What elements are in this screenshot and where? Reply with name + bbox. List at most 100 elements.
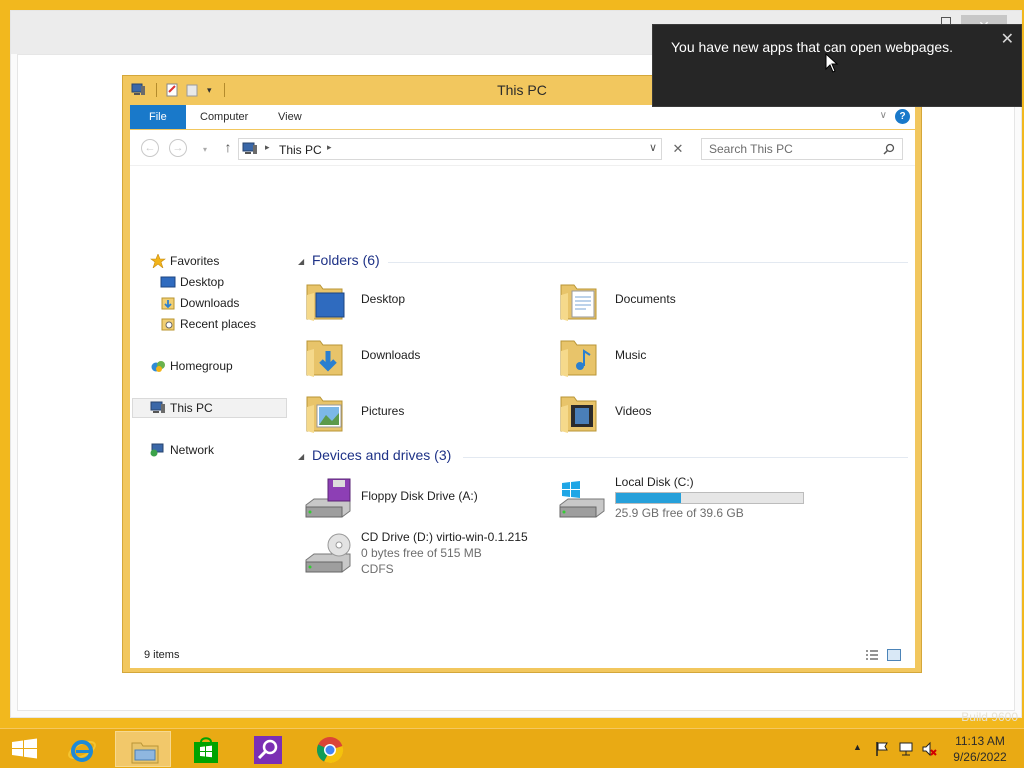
help-icon[interactable]: ? (895, 109, 910, 124)
local-disk-icon (559, 481, 605, 518)
desktop-folder-icon (306, 284, 345, 321)
navigation-pane: Favorites Desktop Downloads Recent place… (130, 166, 290, 642)
search-input[interactable] (702, 139, 877, 159)
drive-free-space: 25.9 GB free of 39.6 GB (615, 506, 744, 520)
start-windows-icon[interactable] (0, 729, 50, 768)
action-center-flag-icon[interactable] (874, 741, 890, 757)
main-pane: ◢ Folders (6) Desktop Documents Download… (298, 166, 915, 642)
folder-documents[interactable]: Documents (552, 276, 792, 326)
tab-view[interactable]: View (265, 105, 315, 129)
notification-message: You have new apps that can open webpages… (671, 39, 954, 55)
volume-muted-icon[interactable] (921, 741, 937, 757)
drive-filesystem: CDFS (361, 562, 394, 576)
search-icon[interactable] (883, 143, 895, 155)
content-area: Favorites Desktop Downloads Recent place… (130, 166, 915, 642)
folder-downloads[interactable]: Downloads (298, 332, 538, 382)
build-watermark: Build 9600 (961, 710, 1018, 724)
downloads-icon (161, 297, 175, 310)
folders-group-title: Folders (6) (312, 252, 380, 268)
taskbar-search[interactable] (239, 731, 295, 767)
collapse-triangle-icon[interactable]: ◢ (298, 257, 304, 266)
tab-file[interactable]: File (130, 105, 186, 129)
store-icon (194, 737, 218, 763)
videos-folder-icon (560, 396, 597, 433)
notification-close-icon[interactable]: ✕ (1001, 29, 1014, 49)
item-count: 9 items (144, 649, 180, 661)
network-icon (150, 443, 164, 457)
star-icon (150, 254, 166, 268)
address-bar[interactable]: ▸ This PC ▸ ∨ (238, 138, 662, 160)
music-folder-icon (560, 340, 597, 377)
status-bar: 9 items (130, 642, 915, 668)
folder-name: Music (615, 348, 647, 362)
recent-locations-chevron-icon[interactable]: ▾ (196, 142, 214, 160)
clear-address-close-icon[interactable]: ✕ (668, 139, 688, 159)
network-icon[interactable] (898, 741, 914, 757)
folder-name: Pictures (361, 404, 405, 418)
group-divider (463, 457, 908, 458)
cd-drive-icon (305, 533, 351, 573)
collapse-triangle-icon[interactable]: ◢ (298, 452, 304, 461)
back-arrow-icon[interactable]: ← (141, 139, 159, 157)
file-explorer-icon (131, 742, 159, 764)
recent-places-icon (161, 318, 175, 331)
drive-cd-d[interactable]: CD Drive (D:) virtio-win-0.1.215 0 bytes… (298, 530, 558, 582)
file-explorer-window: ▾ This PC File Computer View ∨ ? ← → ▾ ↑… (122, 75, 922, 673)
drive-local-c[interactable]: Local Disk (C:) 25.9 GB free of 39.6 GB (552, 475, 812, 527)
address-dropdown-chevron-icon[interactable]: ∨ (649, 141, 657, 154)
up-arrow-icon[interactable]: ↑ (219, 139, 237, 157)
search-box[interactable] (701, 138, 903, 160)
homegroup-icon (151, 361, 165, 372)
disk-usage-fill (616, 493, 681, 503)
folder-name: Downloads (361, 348, 421, 362)
search-icon (254, 736, 282, 764)
large-icons-view-icon[interactable] (887, 649, 901, 661)
nav-favorites-label: Favorites (170, 254, 220, 268)
breadcrumb-this-pc[interactable]: This PC (279, 143, 322, 157)
system-tray: ▲ (850, 729, 950, 768)
clock-time[interactable]: 11:13 AM (940, 734, 1020, 748)
disk-usage-bar (615, 492, 804, 504)
chrome-icon (316, 737, 344, 764)
forward-arrow-icon[interactable]: → (169, 139, 187, 157)
nav-downloads-label: Downloads (180, 296, 240, 310)
drive-name: CD Drive (D:) virtio-win-0.1.215 (361, 530, 528, 544)
mouse-cursor-icon (825, 53, 839, 73)
group-divider (388, 262, 908, 263)
taskbar-file-explorer[interactable] (115, 731, 171, 767)
taskbar-chrome[interactable] (301, 731, 357, 767)
breadcrumb-chevron-icon[interactable]: ▸ (327, 142, 332, 153)
details-view-icon[interactable] (865, 649, 879, 661)
expand-ribbon-chevron-icon[interactable]: ∨ (880, 110, 887, 121)
nav-homegroup-label: Homegroup (170, 359, 233, 373)
taskbar-internet-explorer[interactable] (53, 731, 109, 767)
drive-floppy-a[interactable]: Floppy Disk Drive (A:) (298, 475, 558, 527)
taskbar: ▲ 11:13 AM 9/26/2022 (0, 728, 1024, 768)
pictures-folder-icon (306, 396, 343, 433)
clock-date[interactable]: 9/26/2022 (940, 750, 1020, 764)
taskbar-store[interactable] (177, 731, 233, 767)
folder-music[interactable]: Music (552, 332, 792, 382)
folder-desktop[interactable]: Desktop (298, 276, 538, 326)
folder-videos[interactable]: Videos (552, 388, 792, 438)
internet-explorer-icon (68, 740, 96, 762)
desktop-icon (160, 276, 176, 288)
show-hidden-icons-chevron-icon[interactable]: ▲ (853, 742, 869, 758)
downloads-folder-icon (306, 340, 343, 377)
breadcrumb-chevron-icon[interactable]: ▸ (265, 142, 270, 153)
folder-name: Documents (615, 292, 676, 306)
folder-pictures[interactable]: Pictures (298, 388, 538, 438)
drive-name: Local Disk (C:) (615, 475, 694, 489)
drives-group-title: Devices and drives (3) (312, 447, 452, 463)
nav-this-pc-label: This PC (170, 401, 213, 415)
tab-computer[interactable]: Computer (187, 105, 261, 129)
documents-folder-icon (560, 284, 597, 321)
drive-free-space: 0 bytes free of 515 MB (361, 546, 482, 560)
folder-name: Desktop (361, 292, 406, 306)
nav-network-label: Network (170, 443, 215, 457)
computer-icon (242, 142, 257, 154)
floppy-drive-icon (305, 478, 351, 518)
nav-desktop-label: Desktop (180, 275, 225, 289)
navigation-bar: ← → ▾ ↑ ▸ This PC ▸ ∨ ✕ (130, 130, 915, 166)
computer-icon (150, 401, 165, 413)
